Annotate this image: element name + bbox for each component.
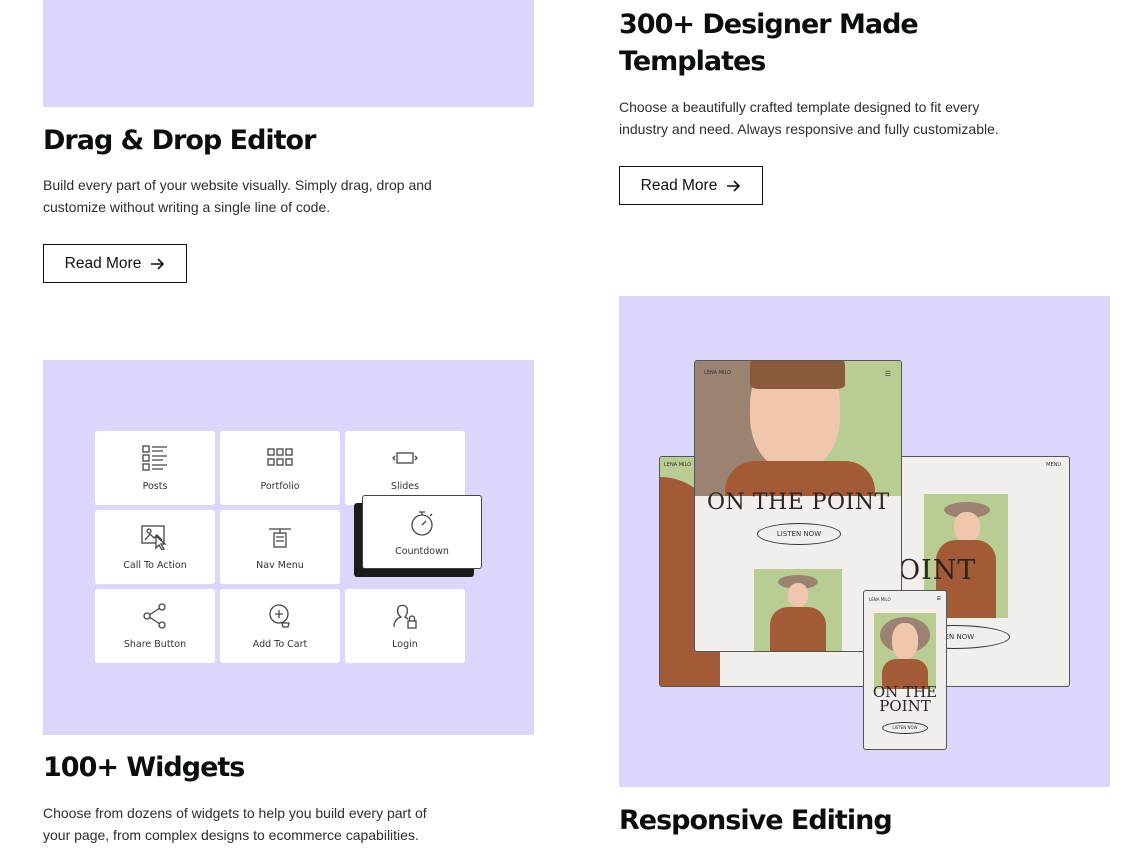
read-more-label: Read More <box>640 176 718 194</box>
tablet-brand: LENA MILO <box>704 370 732 376</box>
responsive-title: Responsive Editing <box>619 805 893 836</box>
nav-menu-icon <box>269 528 291 548</box>
widget-tile-countdown: Countdown <box>362 495 482 569</box>
desktop-brand: LENA MILO <box>664 462 692 468</box>
mobile-headline: ON THE POINT <box>864 685 946 715</box>
desktop-menu: MENU <box>1046 462 1061 468</box>
arrow-right-icon <box>151 257 165 270</box>
drag-drop-title: Drag & Drop Editor <box>43 125 316 156</box>
drag-drop-description: Build every part of your website visuall… <box>43 175 432 218</box>
arrow-right-icon <box>727 179 741 192</box>
read-more-label: Read More <box>64 254 142 272</box>
widget-tile-add-to-cart: Add To Cart <box>220 589 340 663</box>
widget-label: Portfolio <box>260 481 300 492</box>
call-to-action-icon <box>141 525 167 550</box>
tablet-portrait-photo <box>754 569 842 651</box>
widget-label: Login <box>392 639 418 650</box>
tablet-menu-icon: ☰ <box>884 371 891 378</box>
desktop-headline: OINT <box>898 555 977 586</box>
drag-drop-read-more-button[interactable]: Read More <box>43 244 187 283</box>
posts-icon <box>142 445 167 471</box>
mobile-listen-now: LISTEN NOW <box>882 722 928 734</box>
tablet-headline: ON THE POINT <box>707 490 890 515</box>
widget-tile-call-to-action: Call To Action <box>95 510 215 584</box>
widget-label: Share Button <box>123 639 187 650</box>
slides-icon <box>392 452 418 464</box>
widget-label: Countdown <box>395 546 449 557</box>
tablet-listen-now: LISTEN NOW <box>757 523 841 545</box>
drag-drop-description-line-2: customize without writing a single line … <box>43 198 331 215</box>
widget-label: Slides <box>390 481 420 492</box>
share-icon <box>143 603 166 629</box>
tablet-hero-photo <box>695 361 901 496</box>
widget-label: Call To Action <box>123 560 187 571</box>
templates-title-line-2: Templates <box>619 46 766 77</box>
mobile-brand: LENA MILO <box>869 597 891 602</box>
widget-label: Posts <box>142 481 168 492</box>
templates-description-line-1: Choose a beautifully crafted template de… <box>619 99 980 115</box>
templates-read-more-button[interactable]: Read More <box>619 166 763 205</box>
templates-description-line-2: industry and need. Always responsive and… <box>619 120 999 137</box>
widget-tile-share-button: Share Button <box>95 589 215 663</box>
templates-description: Choose a beautifully crafted template de… <box>619 97 999 140</box>
portfolio-icon <box>267 448 293 466</box>
widget-label: Nav Menu <box>256 560 304 571</box>
mobile-headline-line-2: POINT <box>879 697 931 715</box>
widget-tile-portfolio: Portfolio <box>220 431 340 505</box>
widget-tile-posts: Posts <box>95 431 215 505</box>
drag-drop-image <box>43 0 534 107</box>
widgets-title: 100+ Widgets <box>43 752 245 783</box>
widget-tile-login: Login <box>345 589 465 663</box>
templates-title: 300+ Designer Made Templates <box>619 6 919 80</box>
widgets-description-line-2: your page, from complex designs to ecomm… <box>43 826 419 843</box>
templates-title-line-1: 300+ Designer Made <box>619 9 919 40</box>
login-icon <box>393 604 417 629</box>
drag-drop-description-line-1: Build every part of your website visuall… <box>43 177 432 193</box>
widget-label: Add To Cart <box>252 639 308 650</box>
widget-tile-slides: Slides <box>345 431 465 505</box>
responsive-image: LENA MILO MENU OINT ISTEN NOW LENA MILO … <box>619 296 1110 787</box>
mobile-menu-icon: ☰ <box>936 596 941 602</box>
countdown-icon <box>411 511 433 536</box>
add-to-cart-icon <box>269 604 290 628</box>
widgets-description-line-1: Choose from dozens of widgets to help yo… <box>43 805 427 821</box>
widgets-description: Choose from dozens of widgets to help yo… <box>43 803 427 846</box>
mobile-mockup: LENA MILO ☰ ON THE POINT LISTEN NOW <box>863 590 947 750</box>
widget-tile-nav-menu: Nav Menu <box>220 510 340 584</box>
widgets-image: Posts Portfolio Slides Call To Action Na… <box>43 360 534 735</box>
mobile-hero-photo <box>874 613 936 689</box>
